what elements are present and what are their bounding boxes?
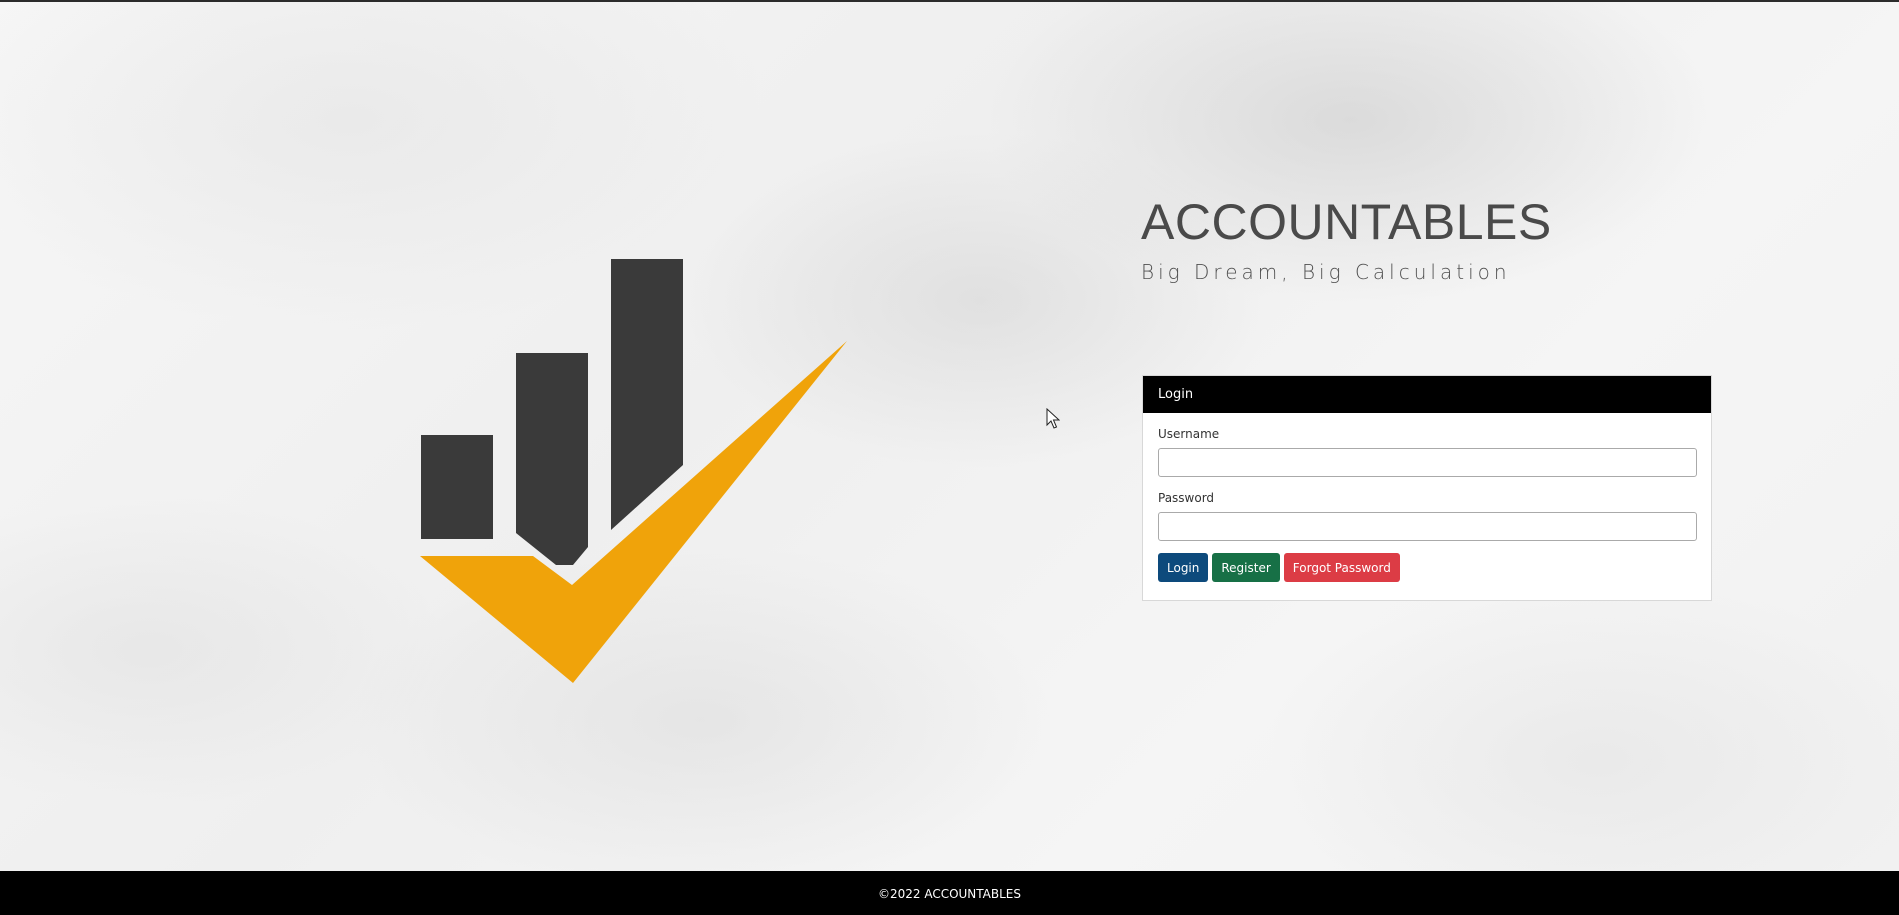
mouse-cursor-icon — [1046, 408, 1060, 429]
register-button[interactable]: Register — [1212, 553, 1280, 582]
brand-block: ACCOUNTABLES Big Dream, Big Calculation — [1141, 192, 1552, 284]
top-border — [0, 0, 1899, 2]
forgot-password-button[interactable]: Forgot Password — [1283, 553, 1400, 582]
login-panel-header: Login — [1143, 376, 1711, 413]
brand-title: ACCOUNTABLES — [1141, 194, 1552, 250]
bar-chart-checkmark-logo — [420, 259, 847, 683]
password-label: Password — [1158, 491, 1215, 505]
footer-copyright: ©2022 ACCOUNTABLES — [877, 887, 1022, 901]
button-row: Login Register Forgot Password — [1158, 553, 1696, 582]
login-button[interactable]: Login — [1158, 553, 1209, 582]
login-panel: Login Username Password Login Register F… — [1142, 375, 1712, 601]
password-input[interactable] — [1158, 512, 1697, 541]
username-input[interactable] — [1158, 448, 1697, 477]
footer: ©2022 ACCOUNTABLES — [0, 871, 1899, 915]
brand-tagline: Big Dream, Big Calculation — [1141, 260, 1511, 284]
login-form: Username Password Login Register Forgot … — [1143, 413, 1711, 582]
username-label: Username — [1158, 427, 1220, 441]
